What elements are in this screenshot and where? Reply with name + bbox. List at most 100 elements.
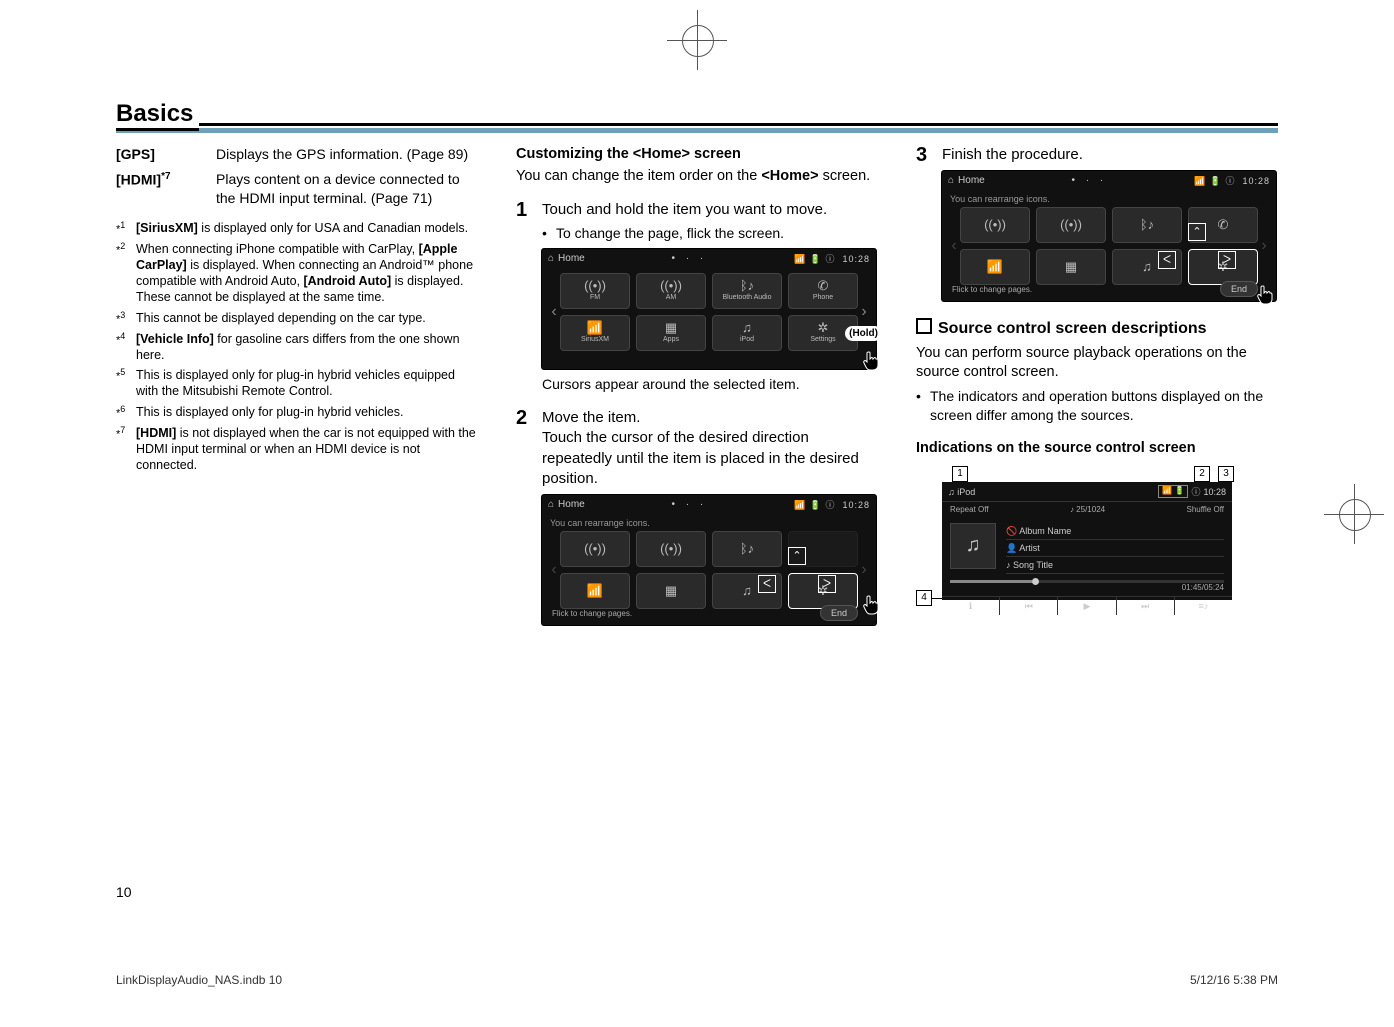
page-dots-icon: • · ·	[585, 498, 794, 512]
end-button: End	[1220, 281, 1258, 297]
arrow-left-icon: ᐸ	[758, 575, 776, 593]
arrow-right-icon: ᐳ	[818, 575, 836, 593]
print-footer: LinkDisplayAudio_NAS.indb 10 5/12/16 5:3…	[116, 973, 1278, 987]
intro-post: screen.	[819, 168, 871, 184]
page-dots-icon: • · ·	[985, 174, 1194, 188]
fn-text: [SiriusXM] is displayed only for USA and…	[136, 220, 476, 237]
shuffle-status: Shuffle Off	[1186, 505, 1224, 516]
flick-hint: Flick to change pages.	[952, 285, 1032, 296]
tile-label: Phone	[813, 293, 833, 302]
step-sub: To change the page, flick the screen.	[556, 224, 784, 243]
apps-icon: ▦	[665, 321, 677, 334]
repeat-status: Repeat Off	[950, 505, 989, 516]
square-bullet-icon	[916, 318, 932, 334]
column-2: Customizing the <Home> screen You can ch…	[516, 145, 876, 631]
tile-fm: ((•))FM	[560, 273, 630, 309]
play-button-icon: ▶	[1057, 597, 1115, 615]
step-text: Finish the procedure.	[942, 145, 1276, 165]
tile-label: iPod	[740, 335, 754, 344]
step-1: 1 Touch and hold the item you want to mo…	[516, 200, 876, 243]
footer-right: 5/12/16 5:38 PM	[1190, 973, 1278, 987]
music-icon: ♫	[742, 584, 752, 597]
fn-mark: *7	[116, 425, 136, 474]
radio-icon: ((•))	[660, 542, 682, 555]
callout-3: 3	[1218, 466, 1234, 482]
source-desc-1: You can perform source playback operatio…	[916, 344, 1276, 383]
source-control-figure: 1 2 3 4 ♫ iPod 📶 🔋 ⓘ 10:28	[916, 466, 1256, 616]
radio-icon: ((•))	[660, 279, 682, 292]
status-bar: 📶 🔋 ⓘ 10:28	[1194, 175, 1270, 187]
column-3: 3 Finish the procedure. ⌂ Home • · · 📶 🔋…	[916, 145, 1276, 631]
tile-label: Settings	[810, 335, 835, 344]
step-number: 1	[516, 200, 542, 243]
apps-icon: ▦	[1065, 260, 1077, 273]
step-text: Touch and hold the item you want to move…	[542, 200, 876, 220]
chevron-right-icon: ›	[858, 301, 870, 323]
intro-pre: You can change the item order on the	[516, 168, 761, 184]
fn-part: When connecting iPhone compatible with C…	[136, 242, 419, 256]
info-icon: ⓘ	[1191, 486, 1200, 498]
fn-text: This is displayed only for plug-in hybri…	[136, 367, 476, 400]
arrow-up-icon: ⌃	[1188, 223, 1206, 241]
callout-1: 1	[952, 466, 968, 482]
fn-bold: [HDMI]	[136, 426, 176, 440]
tile-ipod: ♫iPod	[712, 315, 782, 351]
chevron-right-icon: ›	[1258, 235, 1270, 257]
intro-bold: <Home>	[761, 168, 818, 184]
home-icon: ⌂	[548, 252, 554, 266]
tile-bluetooth: ᛒ♪	[1112, 207, 1182, 243]
artist-name: Artist	[1019, 543, 1040, 553]
fn-text: When connecting iPhone compatible with C…	[136, 241, 476, 306]
home-icon: ⌂	[548, 498, 554, 512]
artist-row: 👤 Artist	[1006, 540, 1224, 557]
fn-text: [Vehicle Info] for gasoline cars differs…	[136, 331, 476, 364]
clock: 10:28	[842, 500, 870, 510]
fn-mark: *6	[116, 404, 136, 421]
home-icon: ⌂	[948, 174, 954, 188]
progress-bar	[950, 580, 1224, 583]
siriusxm-icon: 📶	[587, 321, 603, 334]
fn-rest: is displayed only for USA and Canadian m…	[198, 221, 468, 235]
track-count: 25/1024	[1076, 505, 1105, 514]
step-lead: Move the item.	[542, 408, 876, 428]
signal-icon: 📶 🔋	[1158, 485, 1188, 498]
clock: 10:28	[842, 254, 870, 264]
customizing-subhead: Customizing the <Home> screen	[516, 145, 876, 165]
siriusxm-icon: 📶	[587, 584, 603, 597]
next-button-icon: ⏭	[1116, 597, 1174, 615]
music-icon: ♫	[742, 321, 752, 334]
definition-row: [HDMI]*7 Plays content on a device conne…	[116, 170, 476, 208]
step-number: 3	[916, 145, 942, 165]
fn-text: This is displayed only for plug-in hybri…	[136, 404, 476, 421]
music-icon: ♫	[1142, 260, 1152, 273]
tile-siriusxm: 📶	[560, 573, 630, 609]
callout-2: 2	[1194, 466, 1210, 482]
radio-icon: ((•))	[1060, 218, 1082, 231]
status-bar: 📶 🔋 ⓘ 10:28	[794, 253, 870, 265]
tile-bluetooth: ᛒ♪	[712, 531, 782, 567]
tile-label: FM	[590, 293, 600, 302]
gear-icon: ✲	[818, 321, 829, 334]
section-header: Basics	[116, 100, 1278, 133]
radio-icon: ((•))	[584, 542, 606, 555]
chevron-right-icon: ›	[858, 559, 870, 581]
tile-label: Apps	[663, 335, 679, 344]
footnotes: *1 [SiriusXM] is displayed only for USA …	[116, 220, 476, 474]
hold-label: (Hold)	[845, 326, 882, 342]
apps-icon: ▦	[665, 584, 677, 597]
fn-mark: *2	[116, 241, 136, 306]
bluetooth-icon: ᛒ♪	[740, 542, 754, 555]
tile-siriusxm: 📶SiriusXM	[560, 315, 630, 351]
bullet-dot-icon: •	[542, 224, 556, 243]
section-title: Basics	[116, 100, 199, 131]
flick-hint: Flick to change pages.	[552, 609, 632, 620]
screenshot-home-hold: ⌂ Home • · · 📶 🔋 ⓘ 10:28 ‹ ((•))FM ((•))…	[542, 249, 876, 369]
arrow-left-icon: ᐸ	[1158, 251, 1176, 269]
tile-label: SiriusXM	[581, 335, 609, 344]
term-sup: *7	[161, 171, 170, 182]
arrow-right-icon: ᐳ	[1218, 251, 1236, 269]
fn-mark: *3	[116, 310, 136, 327]
list-button-icon: ≡♪	[1174, 597, 1232, 615]
touch-hand-icon	[860, 349, 884, 373]
step-3: 3 Finish the procedure.	[916, 145, 1276, 165]
